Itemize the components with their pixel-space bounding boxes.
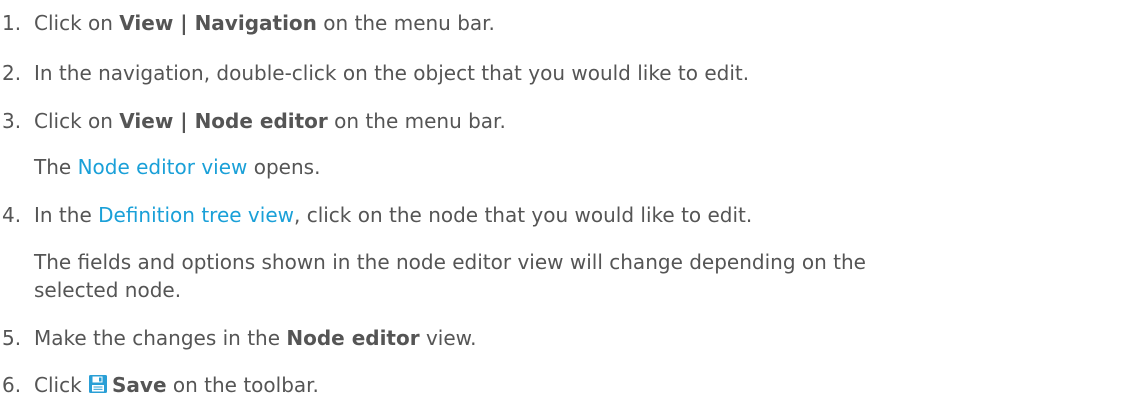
step-text: Click (34, 373, 89, 397)
menu-view: View (119, 109, 174, 133)
step-text: , click on the node that you would like … (293, 203, 753, 227)
step-text: Click on (34, 109, 120, 133)
note-text: The fields and options shown in the node… (34, 250, 866, 274)
procedure-steps: 1. Click on View | Navigation on the men… (0, 0, 1142, 408)
menu-node-editor: Node editor (194, 109, 328, 133)
step-text: on the menu bar. (327, 109, 506, 133)
note-text: opens. (247, 155, 321, 179)
step-number: 4. (2, 203, 22, 227)
step-text: In the navigation, double-click on the o… (34, 61, 750, 85)
note-text: selected node. (34, 278, 182, 302)
step-text: view. (419, 326, 477, 350)
save-icon (88, 374, 108, 394)
menu-view: View (119, 11, 174, 35)
menu-separator: | (173, 109, 195, 133)
save-label: Save (112, 373, 167, 397)
step-number: 3. (2, 109, 22, 133)
note-text: The (34, 155, 78, 179)
menu-navigation: Navigation (194, 11, 317, 35)
step-number: 5. (2, 326, 22, 350)
step-number: 1. (2, 11, 22, 35)
step-number: 2. (2, 61, 22, 85)
menu-separator: | (173, 11, 195, 35)
step-number: 6. (2, 373, 22, 397)
node-editor-view-link[interactable]: Node editor view (78, 155, 248, 179)
node-editor-label: Node editor (286, 326, 420, 350)
step-text: on the toolbar. (166, 373, 319, 397)
definition-tree-view-link[interactable]: Definition tree view (98, 203, 294, 227)
step-text: on the menu bar. (316, 11, 495, 35)
step-text: In the (34, 203, 99, 227)
step-text: Make the changes in the (34, 326, 287, 350)
step-text: Click on (34, 11, 120, 35)
